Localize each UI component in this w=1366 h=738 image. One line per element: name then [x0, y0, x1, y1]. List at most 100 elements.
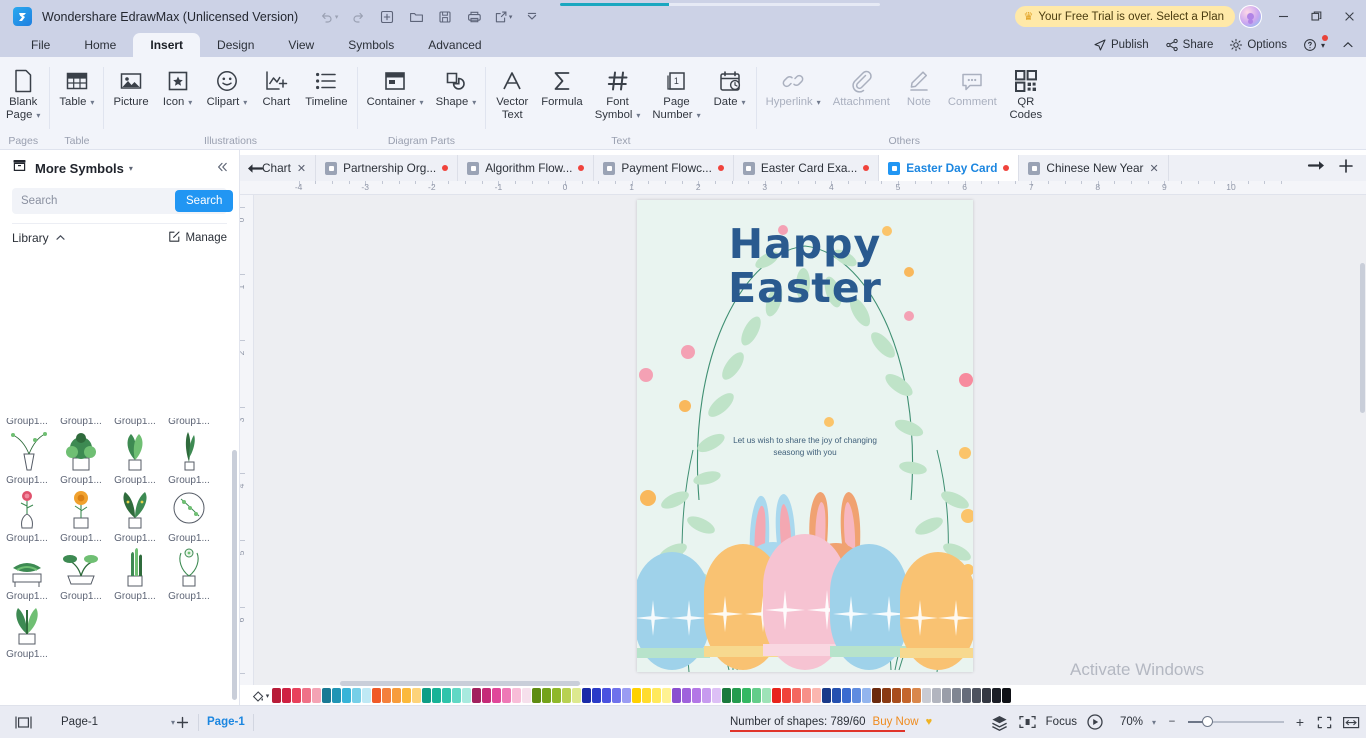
symbol-item[interactable]: Group1... — [2, 602, 52, 660]
color-swatch[interactable] — [582, 688, 591, 703]
color-swatch[interactable] — [942, 688, 951, 703]
color-swatch[interactable] — [702, 688, 711, 703]
color-swatch[interactable] — [792, 688, 801, 703]
color-swatch[interactable] — [832, 688, 841, 703]
symbol-item[interactable]: Group1... — [2, 418, 52, 428]
chevron-down-icon[interactable]: ▾ — [697, 111, 701, 120]
color-swatch[interactable] — [562, 688, 571, 703]
symbol-item[interactable]: Group1... — [2, 428, 52, 486]
color-swatch[interactable] — [412, 688, 421, 703]
symbol-item[interactable]: Group1... — [110, 418, 160, 428]
color-swatch[interactable] — [772, 688, 781, 703]
color-swatch[interactable] — [642, 688, 651, 703]
symbol-item[interactable]: Group1... — [2, 486, 52, 544]
document-tab[interactable]: Algorithm Flow... — [458, 155, 595, 181]
icon-button[interactable]: Icon ▾ — [155, 64, 201, 109]
zoom-slider-handle[interactable] — [1202, 716, 1213, 727]
document-tab[interactable]: Payment Flowc... — [594, 155, 734, 181]
symbol-grid[interactable]: Group1... Group1... Group1... Group1... Grou… — [0, 418, 232, 728]
chevron-down-icon[interactable]: ▾ — [636, 111, 640, 120]
chevron-down-icon[interactable]: ▾ — [90, 98, 94, 107]
blank-page-button[interactable]: Blank Page ▾ — [0, 64, 46, 122]
color-swatch[interactable] — [502, 688, 511, 703]
color-swatch[interactable] — [962, 688, 971, 703]
color-swatch[interactable] — [1012, 688, 1021, 703]
color-swatch[interactable] — [732, 688, 741, 703]
color-swatch[interactable] — [372, 688, 381, 703]
document-tab[interactable]: Easter Day Card — [879, 155, 1020, 181]
color-swatch[interactable] — [802, 688, 811, 703]
focus-frame-icon[interactable] — [1018, 714, 1037, 730]
chevron-down-icon[interactable]: ▾ — [742, 98, 746, 107]
buy-now-link[interactable]: Buy Now — [873, 716, 919, 728]
color-swatch[interactable] — [352, 688, 361, 703]
color-swatch[interactable] — [462, 688, 471, 703]
color-swatch[interactable] — [972, 688, 981, 703]
timeline-button[interactable]: Timeline — [299, 64, 353, 109]
chevron-up-icon[interactable] — [55, 232, 66, 245]
color-swatch[interactable] — [592, 688, 601, 703]
add-page-button[interactable] — [175, 715, 190, 730]
color-swatch[interactable] — [512, 688, 521, 703]
color-swatch[interactable] — [852, 688, 861, 703]
color-swatch[interactable] — [692, 688, 701, 703]
color-swatch[interactable] — [452, 688, 461, 703]
color-swatch[interactable] — [302, 688, 311, 703]
color-swatch[interactable] — [682, 688, 691, 703]
symbol-item[interactable]: Group1... — [110, 486, 160, 544]
color-swatch[interactable] — [622, 688, 631, 703]
double-chevron-left-icon[interactable] — [215, 160, 229, 177]
color-swatch[interactable] — [322, 688, 331, 703]
vector-text-button[interactable]: Vector Text — [489, 64, 535, 122]
chevron-down-icon[interactable]: ▾ — [243, 98, 247, 107]
chevron-down-icon[interactable]: ▾ — [129, 164, 133, 173]
color-swatch[interactable] — [552, 688, 561, 703]
chevron-down-icon[interactable]: ▾ — [420, 98, 424, 107]
symbol-item[interactable]: Group1... — [164, 418, 214, 428]
menu-tab-file[interactable]: File — [14, 33, 67, 57]
symbol-item[interactable]: Group1... — [56, 428, 106, 486]
symbol-item[interactable]: Group1... — [164, 428, 214, 486]
symbol-item[interactable]: Group1... — [164, 544, 214, 602]
color-swatch[interactable] — [482, 688, 491, 703]
menu-tab-view[interactable]: View — [271, 33, 331, 57]
maximize-button[interactable] — [1300, 0, 1333, 33]
color-swatch[interactable] — [882, 688, 891, 703]
trial-banner[interactable]: ♛ Your Free Trial is over. Select a Plan — [1014, 6, 1235, 27]
color-swatch[interactable] — [602, 688, 611, 703]
help-button[interactable]: ▾ — [1296, 33, 1332, 57]
attachment-button[interactable]: Attachment — [827, 64, 896, 109]
zoom-in-button[interactable]: + — [1293, 714, 1307, 730]
menu-tab-home[interactable]: Home — [67, 33, 133, 57]
menu-tab-advanced[interactable]: Advanced — [411, 33, 498, 57]
chart-button[interactable]: Chart — [253, 64, 299, 109]
symbol-item[interactable]: Group1... — [2, 544, 52, 602]
card-title[interactable]: Happy Easter — [637, 222, 973, 310]
canvas-area[interactable]: Happy Easter Let us wish to share the joy… — [254, 195, 1366, 685]
symbol-item[interactable]: Group1... — [164, 486, 214, 544]
color-swatch[interactable] — [842, 688, 851, 703]
tab-scroll-left-button[interactable] — [244, 155, 264, 181]
color-swatch[interactable] — [672, 688, 681, 703]
color-swatch[interactable] — [612, 688, 621, 703]
color-swatch[interactable] — [722, 688, 731, 703]
color-swatch[interactable] — [392, 688, 401, 703]
tab-close-icon[interactable]: ✕ — [297, 162, 306, 175]
container-button[interactable]: Container ▾ — [361, 64, 430, 109]
color-swatch[interactable] — [662, 688, 671, 703]
color-swatch[interactable] — [422, 688, 431, 703]
color-swatch[interactable] — [342, 688, 351, 703]
color-swatch[interactable] — [782, 688, 791, 703]
customize-toolbar-icon[interactable] — [519, 5, 545, 29]
document-tab[interactable]: Easter Card Exa... — [733, 155, 880, 181]
search-button[interactable]: Search — [175, 190, 234, 212]
color-swatch[interactable] — [862, 688, 871, 703]
symbol-item[interactable]: Group1... — [110, 544, 160, 602]
menu-tab-design[interactable]: Design — [200, 33, 271, 57]
color-swatch[interactable] — [982, 688, 991, 703]
collapse-ribbon-button[interactable] — [1334, 33, 1362, 57]
color-swatch[interactable] — [912, 688, 921, 703]
options-button[interactable]: Options — [1222, 33, 1294, 57]
card-subtitle[interactable]: Let us wish to share the joy of changing… — [637, 435, 973, 459]
search-input[interactable] — [12, 195, 175, 207]
